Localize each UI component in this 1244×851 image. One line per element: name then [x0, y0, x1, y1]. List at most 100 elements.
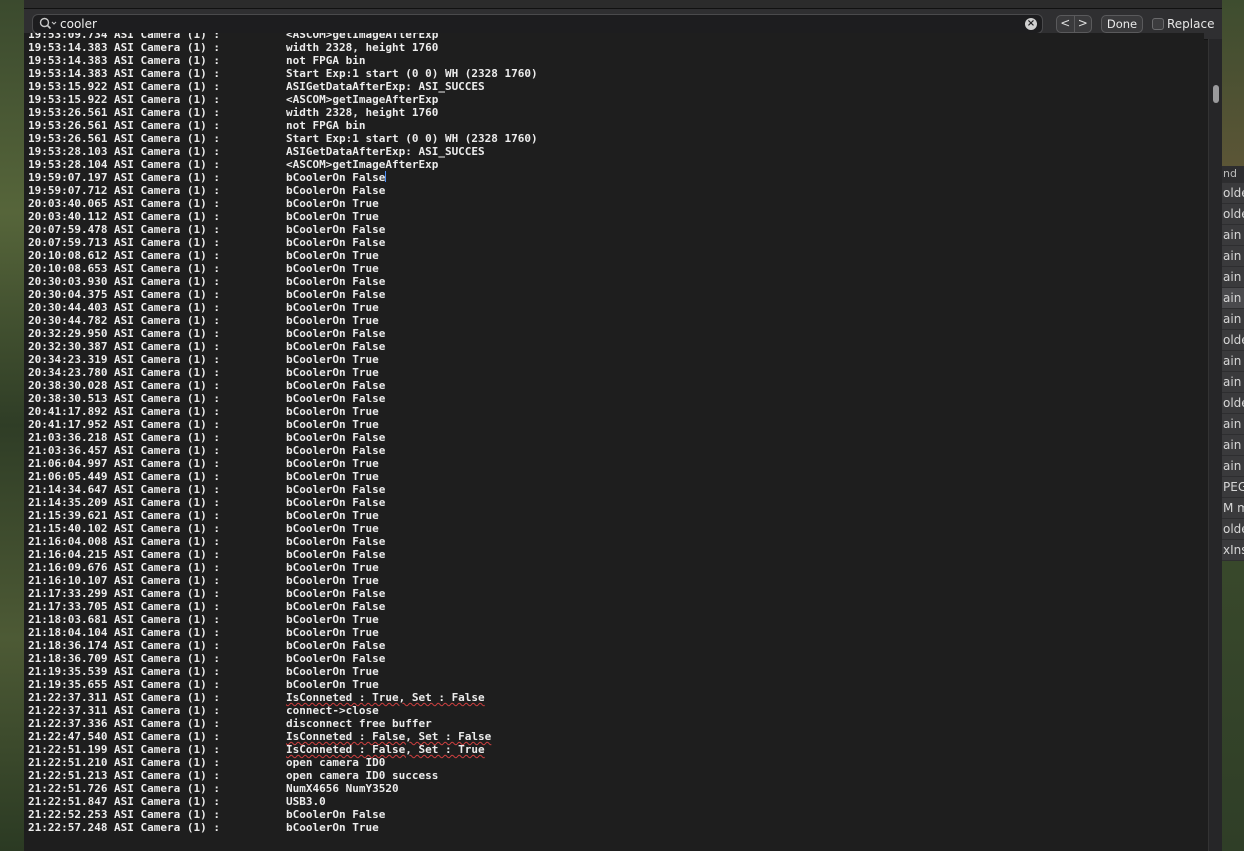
log-line: 20:30:03.930 ASI Camera (1) : bCoolerOn Fa… — [24, 275, 1204, 288]
log-timestamp: 19:59:07.197 — [28, 171, 108, 184]
log-source: ASI Camera (1) : — [114, 431, 220, 444]
log-source: ASI Camera (1) : — [114, 535, 220, 548]
log-source: ASI Camera (1) : — [114, 639, 220, 652]
log-message: NumX4656 NumY3520 — [286, 782, 399, 795]
log-timestamp: 21:22:51.847 — [28, 795, 108, 808]
log-timestamp: 20:41:17.952 — [28, 418, 108, 431]
log-message: bCoolerOn False — [286, 535, 386, 548]
log-timestamp: 19:53:26.561 — [28, 119, 108, 132]
log-text-area[interactable]: 19:53:09.734 ASI Camera (1) : <ASCOM>getIm… — [24, 33, 1204, 851]
log-timestamp: 21:16:09.676 — [28, 561, 108, 574]
window-titlebar — [24, 0, 1222, 9]
log-message: bCoolerOn True — [286, 197, 379, 210]
done-button[interactable]: Done — [1101, 15, 1143, 33]
log-timestamp: 21:22:37.311 — [28, 704, 108, 717]
log-source: ASI Camera (1) : — [114, 743, 220, 756]
log-message: open camera ID0 success — [286, 769, 439, 782]
log-timestamp: 21:15:40.102 — [28, 522, 108, 535]
log-message: bCoolerOn False — [286, 587, 386, 600]
log-message: ASIGetDataAfterExp: ASI_SUCCES — [286, 145, 485, 158]
find-navigation: < > — [1056, 15, 1092, 33]
log-source: ASI Camera (1) : — [114, 275, 220, 288]
log-message: bCoolerOn True — [286, 522, 379, 535]
log-source: ASI Camera (1) : — [114, 756, 220, 769]
background-list-item: M m — [1222, 498, 1244, 519]
log-message: open camera ID0 — [286, 756, 386, 769]
log-timestamp: 19:53:14.383 — [28, 54, 108, 67]
vertical-scrollbar[interactable] — [1208, 39, 1222, 851]
log-source: ASI Camera (1) : — [114, 691, 220, 704]
log-source: ASI Camera (1) : — [114, 483, 220, 496]
log-source: ASI Camera (1) : — [114, 327, 220, 340]
log-timestamp: 20:10:08.612 — [28, 249, 108, 262]
log-line: 21:18:36.709 ASI Camera (1) : bCoolerOn Fa… — [24, 652, 1204, 665]
log-source: ASI Camera (1) : — [114, 522, 220, 535]
log-source: ASI Camera (1) : — [114, 80, 220, 93]
log-source: ASI Camera (1) : — [114, 392, 220, 405]
log-source: ASI Camera (1) : — [114, 314, 220, 327]
log-line: 20:30:04.375 ASI Camera (1) : bCoolerOn Fa… — [24, 288, 1204, 301]
log-source: ASI Camera (1) : — [114, 171, 220, 184]
log-message: bCoolerOn False — [286, 548, 386, 561]
log-source: ASI Camera (1) : — [114, 652, 220, 665]
log-line: 20:30:44.782 ASI Camera (1) : bCoolerOn Tr… — [24, 314, 1204, 327]
log-message: bCoolerOn False — [286, 236, 386, 249]
log-timestamp: 20:41:17.892 — [28, 405, 108, 418]
log-line: 20:34:23.319 ASI Camera (1) : bCoolerOn Tr… — [24, 353, 1204, 366]
log-source: ASI Camera (1) : — [114, 808, 220, 821]
log-message: bCoolerOn False — [286, 496, 386, 509]
log-source: ASI Camera (1) : — [114, 405, 220, 418]
scrollbar-thumb[interactable] — [1213, 85, 1219, 103]
clear-search-icon[interactable]: × — [1025, 18, 1037, 30]
search-input[interactable] — [60, 16, 1020, 32]
log-message: width 2328, height 1760 — [286, 106, 439, 119]
log-source: ASI Camera (1) : — [114, 184, 220, 197]
log-timestamp: 21:03:36.218 — [28, 431, 108, 444]
log-timestamp: 21:18:36.709 — [28, 652, 108, 665]
log-source: ASI Camera (1) : — [114, 717, 220, 730]
log-line: 21:15:40.102 ASI Camera (1) : bCoolerOn Tr… — [24, 522, 1204, 535]
background-list-item: olde — [1222, 183, 1244, 204]
log-timestamp: 20:10:08.653 — [28, 262, 108, 275]
log-timestamp: 21:19:35.655 — [28, 678, 108, 691]
log-message: bCoolerOn True — [286, 457, 379, 470]
log-source: ASI Camera (1) : — [114, 366, 220, 379]
log-message: bCoolerOn True — [286, 314, 379, 327]
background-list-item: ain — [1222, 372, 1244, 393]
log-line: 19:53:26.561 ASI Camera (1) : width 2328, … — [24, 106, 1204, 119]
log-line: 20:32:30.387 ASI Camera (1) : bCoolerOn Fa… — [24, 340, 1204, 353]
log-line: 21:22:51.213 ASI Camera (1) : open camera … — [24, 769, 1204, 782]
log-timestamp: 19:53:26.561 — [28, 132, 108, 145]
log-timestamp: 20:32:29.950 — [28, 327, 108, 340]
log-message: connect->close — [286, 704, 379, 717]
log-line: 19:53:15.922 ASI Camera (1) : <ASCOM>getIm… — [24, 93, 1204, 106]
background-list-item: PEG — [1222, 477, 1244, 498]
background-list-item: ain — [1222, 351, 1244, 372]
log-line: 21:14:35.209 ASI Camera (1) : bCoolerOn Fa… — [24, 496, 1204, 509]
log-line: 21:18:04.104 ASI Camera (1) : bCoolerOn Tr… — [24, 626, 1204, 639]
log-line: 19:53:14.383 ASI Camera (1) : not FPGA bin — [24, 54, 1204, 67]
log-source: ASI Camera (1) : — [114, 496, 220, 509]
previous-match-button[interactable]: < — [1057, 16, 1075, 32]
log-line: 19:53:14.383 ASI Camera (1) : width 2328, … — [24, 41, 1204, 54]
replace-checkbox[interactable] — [1152, 18, 1164, 30]
log-message: bCoolerOn False — [286, 431, 386, 444]
log-timestamp: 21:22:47.540 — [28, 730, 108, 743]
log-message: not FPGA bin — [286, 119, 366, 132]
background-list-item: ain — [1222, 456, 1244, 477]
log-message: IsConneted : False, Set : False — [286, 730, 492, 743]
log-message: bCoolerOn False — [286, 444, 386, 457]
log-message: bCoolerOn False — [286, 327, 386, 340]
log-source: ASI Camera (1) : — [114, 145, 220, 158]
log-line: 21:19:35.539 ASI Camera (1) : bCoolerOn Tr… — [24, 665, 1204, 678]
replace-label: Replace — [1167, 17, 1215, 31]
background-list-item: olde — [1222, 204, 1244, 225]
search-field[interactable]: × — [32, 14, 1043, 34]
log-message: ASIGetDataAfterExp: ASI_SUCCES — [286, 80, 485, 93]
log-timestamp: 21:16:04.008 — [28, 535, 108, 548]
log-line: 21:22:57.248 ASI Camera (1) : bCoolerOn Tr… — [24, 821, 1204, 834]
search-icon[interactable] — [39, 17, 57, 31]
log-timestamp: 21:22:37.336 — [28, 717, 108, 730]
next-match-button[interactable]: > — [1075, 16, 1092, 32]
log-timestamp: 19:53:26.561 — [28, 106, 108, 119]
